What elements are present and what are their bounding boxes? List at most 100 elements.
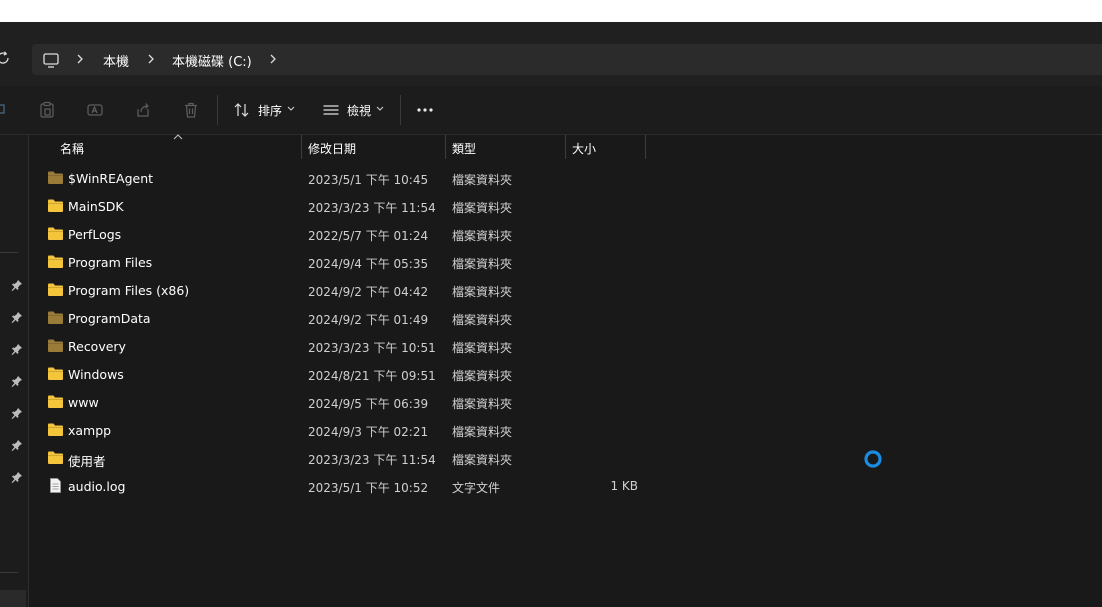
folder-icon <box>47 450 64 465</box>
column-separator[interactable] <box>565 135 566 159</box>
file-name: Program Files <box>68 255 153 270</box>
view-icon[interactable] <box>322 101 340 119</box>
delete-icon[interactable] <box>182 101 200 119</box>
file-row[interactable]: $WinREAgent 2023/5/1 下午 10:45 檔案資料夾 <box>29 164 1102 192</box>
file-modified-date: 2024/9/2 下午 01:49 <box>308 313 429 327</box>
file-row[interactable]: Recovery 2023/3/23 下午 10:51 檔案資料夾 <box>29 332 1102 360</box>
pin-icon[interactable] <box>11 471 23 483</box>
column-header-modified[interactable]: 修改日期 <box>308 140 356 157</box>
file-name: audio.log <box>68 479 126 494</box>
column-separator[interactable] <box>301 135 302 159</box>
file-name: 使用者 <box>68 454 106 469</box>
folder-icon <box>47 254 64 269</box>
command-bar: 排序 檢視 <box>0 86 1102 135</box>
pin-icon[interactable] <box>11 343 23 355</box>
folder-icon <box>47 394 64 409</box>
file-type: 檔案資料夾 <box>452 285 513 299</box>
paste-icon[interactable] <box>38 101 56 119</box>
file-row[interactable]: Program Files 2024/9/4 下午 05:35 檔案資料夾 <box>29 248 1102 276</box>
file-type: 檔案資料夾 <box>452 257 513 271</box>
file-type: 檔案資料夾 <box>452 229 513 243</box>
file-modified-date: 2024/9/2 下午 04:42 <box>308 285 429 299</box>
document-icon <box>47 478 64 493</box>
chevron-right-icon[interactable] <box>145 52 157 66</box>
rename-icon[interactable] <box>86 101 104 119</box>
column-header-size[interactable]: 大小 <box>572 140 596 157</box>
file-modified-date: 2023/5/1 下午 10:45 <box>308 173 429 187</box>
folder-icon <box>47 282 64 297</box>
folder-icon <box>47 170 64 185</box>
file-list: $WinREAgent 2023/5/1 下午 10:45 檔案資料夾 MainSDK… <box>29 164 1102 500</box>
column-separator[interactable] <box>445 135 446 159</box>
view-button[interactable]: 檢視 <box>347 102 371 119</box>
column-separator[interactable] <box>645 135 646 159</box>
file-type: 檔案資料夾 <box>452 453 513 467</box>
file-name: Program Files (x86) <box>68 283 190 298</box>
pin-icon[interactable] <box>11 375 23 387</box>
chevron-down-icon[interactable] <box>376 106 384 112</box>
folder-icon <box>47 366 64 381</box>
chevron-down-icon[interactable] <box>287 106 295 112</box>
navigation-pane <box>0 135 29 607</box>
file-name: $WinREAgent <box>68 171 154 186</box>
file-modified-date: 2023/3/23 下午 11:54 <box>308 201 436 215</box>
share-icon[interactable] <box>134 101 152 119</box>
column-header-type[interactable]: 類型 <box>452 140 476 157</box>
file-modified-date: 2023/3/23 下午 11:54 <box>308 453 436 467</box>
file-row[interactable]: MainSDK 2023/3/23 下午 11:54 檔案資料夾 <box>29 192 1102 220</box>
file-modified-date: 2023/3/23 下午 10:51 <box>308 341 436 355</box>
file-type: 檔案資料夾 <box>452 313 513 327</box>
file-modified-date: 2024/8/21 下午 09:51 <box>308 369 436 383</box>
nav-item-selected[interactable] <box>0 590 26 607</box>
cut-icon[interactable] <box>0 101 8 119</box>
file-modified-date: 2024/9/5 下午 06:39 <box>308 397 429 411</box>
chevron-right-icon[interactable] <box>267 52 279 66</box>
file-type: 檔案資料夾 <box>452 341 513 355</box>
pin-icon[interactable] <box>11 439 23 451</box>
folder-icon <box>47 198 64 213</box>
toolbar-divider <box>400 95 401 125</box>
top-white-strip <box>0 0 1102 22</box>
file-name: ProgramData <box>68 311 151 326</box>
more-options-icon[interactable] <box>408 98 442 122</box>
address-bar[interactable]: 本機 本機磁碟 (C:) <box>32 44 1102 75</box>
file-row[interactable]: 使用者 2023/3/23 下午 11:54 檔案資料夾 <box>29 444 1102 472</box>
file-size: 1 KB <box>610 479 638 493</box>
pin-icon[interactable] <box>11 311 23 323</box>
file-type: 檔案資料夾 <box>452 201 513 215</box>
sort-icon[interactable] <box>233 101 251 119</box>
nav-separator <box>0 252 18 253</box>
chevron-right-icon[interactable] <box>74 52 86 66</box>
title-bar: 本機 本機磁碟 (C:) <box>0 22 1102 86</box>
file-type: 檔案資料夾 <box>452 397 513 411</box>
file-type: 檔案資料夾 <box>452 425 513 439</box>
file-modified-date: 2023/5/1 下午 10:52 <box>308 481 429 495</box>
pin-icon[interactable] <box>11 407 23 419</box>
file-modified-date: 2022/5/7 下午 01:24 <box>308 229 429 243</box>
column-header-name[interactable]: 名稱 <box>60 140 84 157</box>
breadcrumb-this-pc[interactable]: 本機 <box>103 51 129 70</box>
pin-icon[interactable] <box>11 279 23 291</box>
sort-ascending-icon <box>173 134 183 140</box>
refresh-icon[interactable] <box>0 49 12 67</box>
folder-icon <box>47 338 64 353</box>
file-name: Recovery <box>68 339 126 354</box>
file-row[interactable]: xampp 2024/9/3 下午 02:21 檔案資料夾 <box>29 416 1102 444</box>
file-row[interactable]: Windows 2024/8/21 下午 09:51 檔案資料夾 <box>29 360 1102 388</box>
file-type: 檔案資料夾 <box>452 173 513 187</box>
file-row[interactable]: audio.log 2023/5/1 下午 10:52 文字文件 1 KB <box>29 472 1102 500</box>
toolbar-divider <box>217 95 218 125</box>
file-row[interactable]: Program Files (x86) 2024/9/2 下午 04:42 檔案資料… <box>29 276 1102 304</box>
file-name: xampp <box>68 423 112 438</box>
column-header-row: 名稱 修改日期 類型 大小 <box>29 134 1102 159</box>
file-name: MainSDK <box>68 199 124 214</box>
breadcrumb-local-disk[interactable]: 本機磁碟 (C:) <box>172 51 252 70</box>
file-row[interactable]: ProgramData 2024/9/2 下午 01:49 檔案資料夾 <box>29 304 1102 332</box>
file-name: Windows <box>68 367 124 382</box>
sort-button[interactable]: 排序 <box>258 102 282 119</box>
file-row[interactable]: www 2024/9/5 下午 06:39 檔案資料夾 <box>29 388 1102 416</box>
folder-icon <box>47 310 64 325</box>
busy-cursor-icon <box>864 450 882 468</box>
file-modified-date: 2024/9/3 下午 02:21 <box>308 425 429 439</box>
file-row[interactable]: PerfLogs 2022/5/7 下午 01:24 檔案資料夾 <box>29 220 1102 248</box>
